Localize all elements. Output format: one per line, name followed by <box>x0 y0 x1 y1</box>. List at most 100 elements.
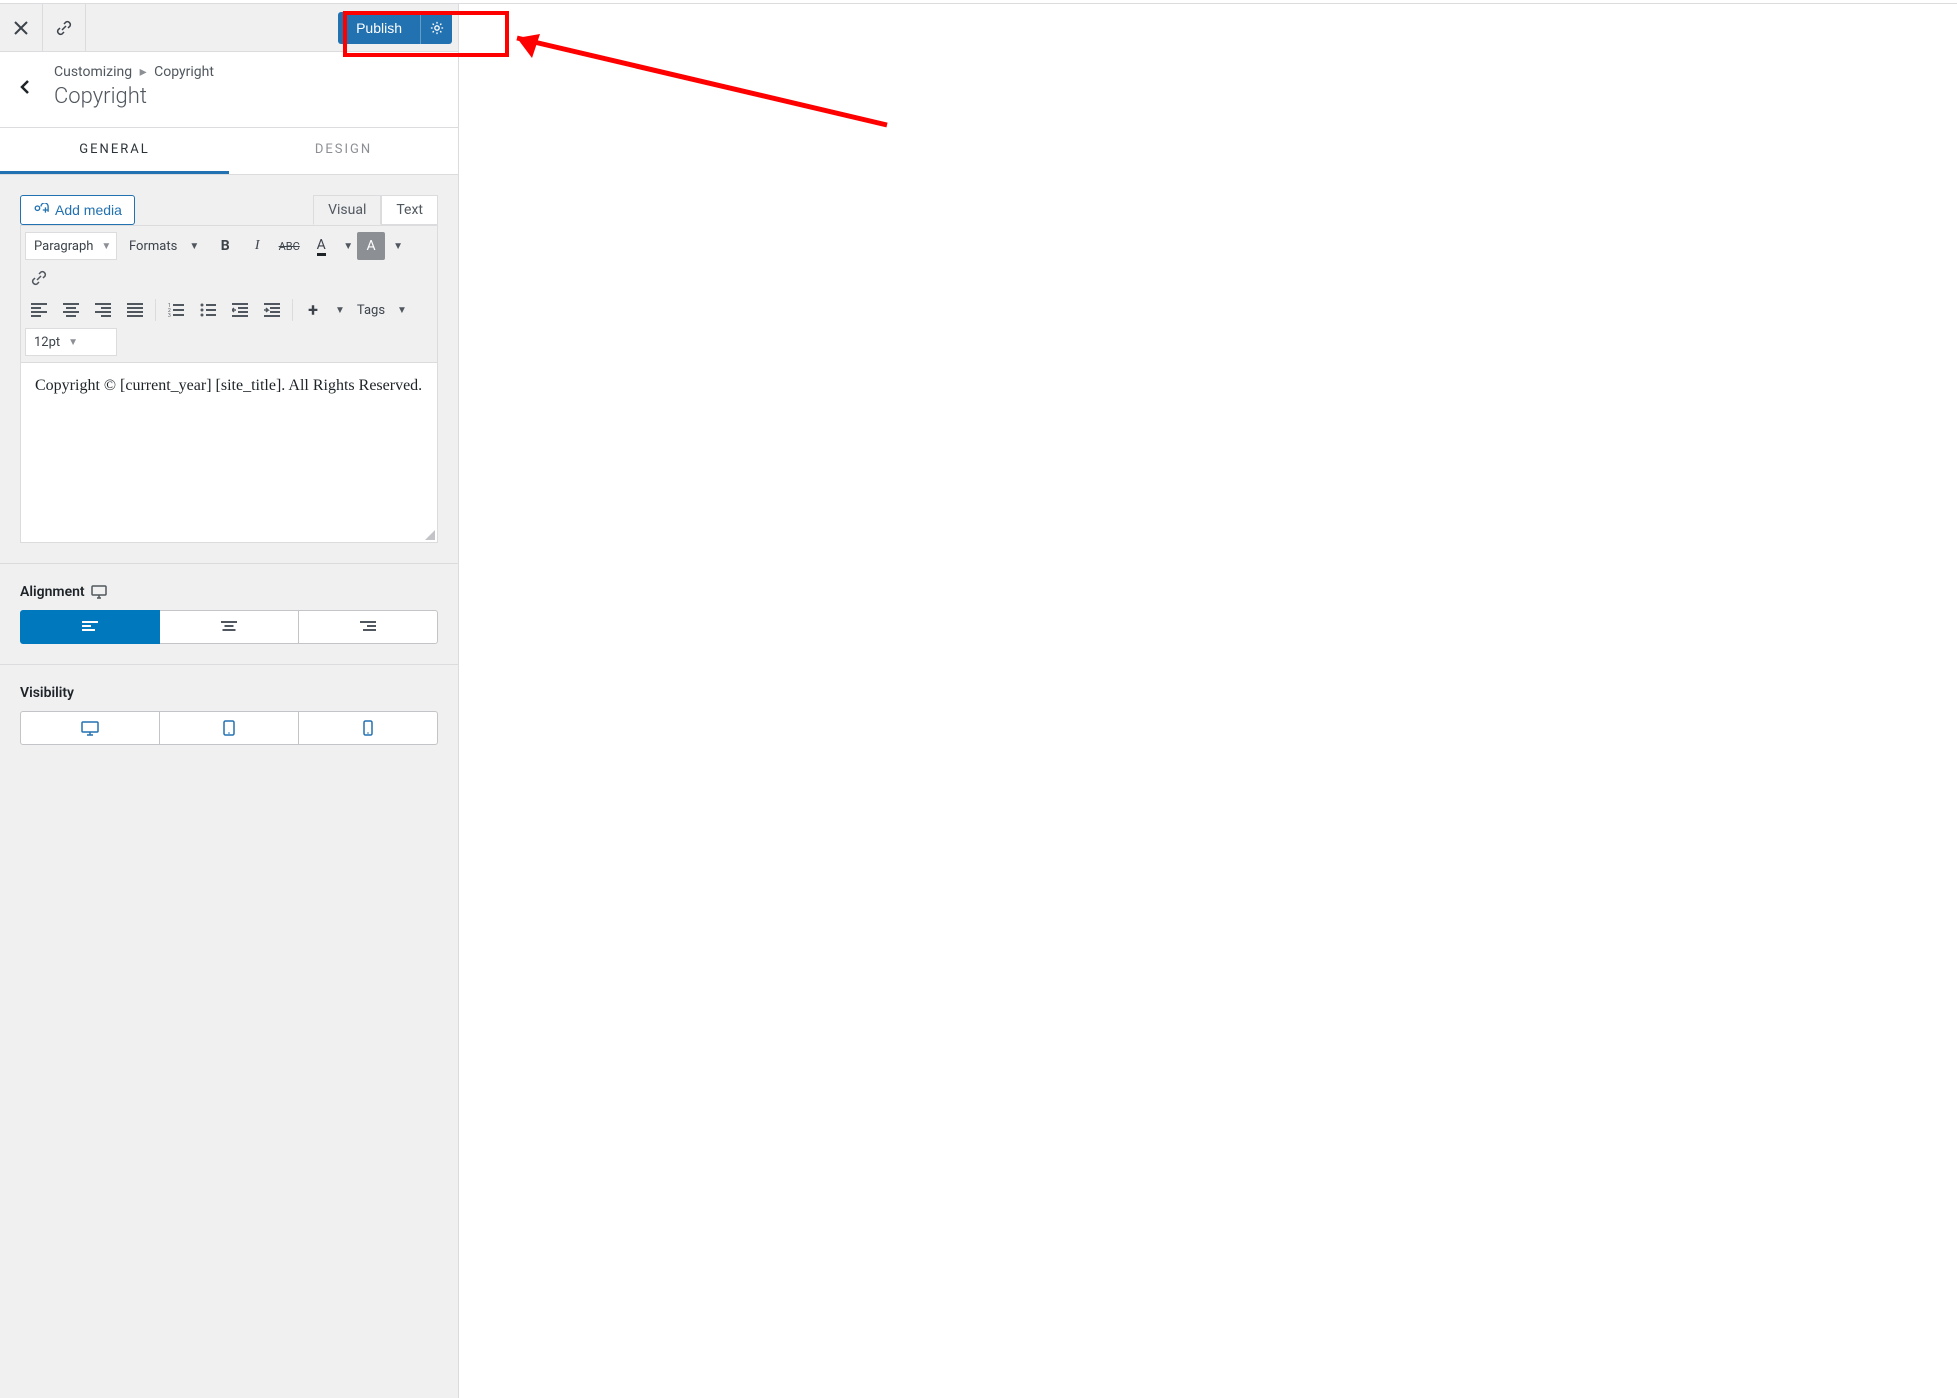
editor-panel: Add media Visual Text Paragraph ▼ Format… <box>0 175 458 564</box>
toolbar-spacer <box>86 4 338 51</box>
caret-icon: ▼ <box>189 241 199 252</box>
breadcrumb-section: Copyright <box>154 64 214 80</box>
caret-icon[interactable]: ▼ <box>343 241 353 252</box>
block-format-select[interactable]: Paragraph ▼ <box>25 232 117 260</box>
svg-text:3: 3 <box>168 313 171 317</box>
media-icon <box>33 203 49 217</box>
formats-label: Formats <box>129 239 177 254</box>
editor-mode-tabs: Visual Text <box>313 195 438 225</box>
tab-general[interactable]: General <box>0 128 229 174</box>
close-icon <box>14 21 28 35</box>
strikethrough-button[interactable]: ABC <box>275 232 303 260</box>
indent-icon <box>264 303 280 317</box>
toolbar-row-3: 12pt ▼ <box>25 326 433 358</box>
divider <box>155 299 156 321</box>
insert-link-button[interactable] <box>25 264 53 292</box>
text-color-icon: A <box>317 237 326 256</box>
panel-tabs: General Design <box>0 128 458 175</box>
unordered-list-icon <box>200 303 216 317</box>
link-button[interactable] <box>43 4 86 51</box>
align-center-icon <box>221 621 237 633</box>
editor-tab-text[interactable]: Text <box>381 195 438 225</box>
formats-select[interactable]: Formats ▼ <box>121 232 207 260</box>
toolbar-row-2: 123 + ▼ Tags ▼ <box>25 294 433 326</box>
align-option-center[interactable] <box>159 610 299 644</box>
align-right-button[interactable] <box>89 296 117 324</box>
align-option-left[interactable] <box>20 610 160 644</box>
section-header: Customizing ▸ Copyright Copyright <box>0 52 458 128</box>
caret-icon: ▼ <box>397 305 407 316</box>
close-button[interactable] <box>0 4 43 51</box>
breadcrumb: Customizing ▸ Copyright <box>54 64 442 80</box>
caret-icon: ▼ <box>68 337 78 348</box>
editor-toolbar: Paragraph ▼ Formats ▼ B I ABC A ▼ A ▼ <box>20 225 438 363</box>
align-justify-icon <box>127 303 143 317</box>
visibility-tablet[interactable] <box>159 711 299 745</box>
publish-button[interactable]: Publish <box>338 12 420 44</box>
highlight-icon: A <box>367 238 376 254</box>
tab-design[interactable]: Design <box>229 128 458 174</box>
font-size-value: 12pt <box>34 335 60 350</box>
editor-content[interactable]: Copyright © [current_year] [site_title].… <box>20 363 438 543</box>
align-right-icon <box>360 621 376 633</box>
add-media-label: Add media <box>55 202 122 218</box>
strikethrough-icon: ABC <box>279 240 300 253</box>
ordered-list-button[interactable]: 123 <box>162 296 190 324</box>
alignment-label: Alignment <box>20 584 438 600</box>
back-button[interactable] <box>12 74 38 100</box>
customizer-toolbar: Publish <box>0 4 458 52</box>
copyright-text: Copyright © [current_year] [site_title].… <box>35 377 422 394</box>
desktop-icon <box>81 721 99 736</box>
indent-button[interactable] <box>258 296 286 324</box>
align-justify-button[interactable] <box>121 296 149 324</box>
visibility-panel: Visibility <box>0 665 458 765</box>
editor-tab-visual[interactable]: Visual <box>313 195 381 225</box>
outdent-icon <box>232 303 248 317</box>
align-option-right[interactable] <box>298 610 438 644</box>
resize-handle[interactable] <box>425 530 435 540</box>
visibility-mobile[interactable] <box>298 711 438 745</box>
font-size-select[interactable]: 12pt ▼ <box>25 328 117 356</box>
visibility-group <box>20 711 438 745</box>
bold-button[interactable]: B <box>211 232 239 260</box>
alignment-label-text: Alignment <box>20 584 85 600</box>
italic-button[interactable]: I <box>243 232 271 260</box>
plus-icon: + <box>308 300 318 321</box>
mobile-icon <box>363 720 373 736</box>
ordered-list-icon: 123 <box>168 303 184 317</box>
caret-icon[interactable]: ▼ <box>335 305 345 316</box>
outdent-button[interactable] <box>226 296 254 324</box>
publish-group: Publish <box>338 4 458 51</box>
visibility-label: Visibility <box>20 685 438 701</box>
tablet-icon <box>223 720 235 736</box>
visibility-desktop[interactable] <box>20 711 160 745</box>
chevron-left-icon <box>19 79 31 95</box>
tags-select[interactable]: Tags ▼ <box>349 296 415 324</box>
unordered-list-button[interactable] <box>194 296 222 324</box>
align-left-button[interactable] <box>25 296 53 324</box>
align-center-button[interactable] <box>57 296 85 324</box>
caret-icon[interactable]: ▼ <box>393 241 403 252</box>
preview-area <box>459 4 1957 1398</box>
align-right-icon <box>95 303 111 317</box>
gear-icon <box>430 21 444 35</box>
alignment-panel: Alignment <box>0 564 458 665</box>
desktop-icon <box>91 585 107 599</box>
breadcrumb-root: Customizing <box>54 64 132 80</box>
breadcrumb-separator: ▸ <box>140 64 147 80</box>
alignment-group <box>20 610 438 644</box>
highlight-button[interactable]: A <box>357 232 385 260</box>
panel-title: Copyright <box>54 84 442 109</box>
add-media-button[interactable]: Add media <box>20 195 135 225</box>
caret-icon: ▼ <box>101 241 111 252</box>
editor-top-bar: Add media Visual Text <box>20 195 438 225</box>
link-icon <box>31 270 47 286</box>
block-format-value: Paragraph <box>34 239 93 254</box>
tags-label: Tags <box>357 303 385 318</box>
divider <box>292 299 293 321</box>
publish-settings-button[interactable] <box>420 12 452 44</box>
insert-button[interactable]: + <box>299 296 327 324</box>
customizer-sidebar: Publish Customizing ▸ Copyright Copyrigh… <box>0 4 459 1398</box>
bold-icon: B <box>221 238 230 254</box>
text-color-button[interactable]: A <box>307 232 335 260</box>
